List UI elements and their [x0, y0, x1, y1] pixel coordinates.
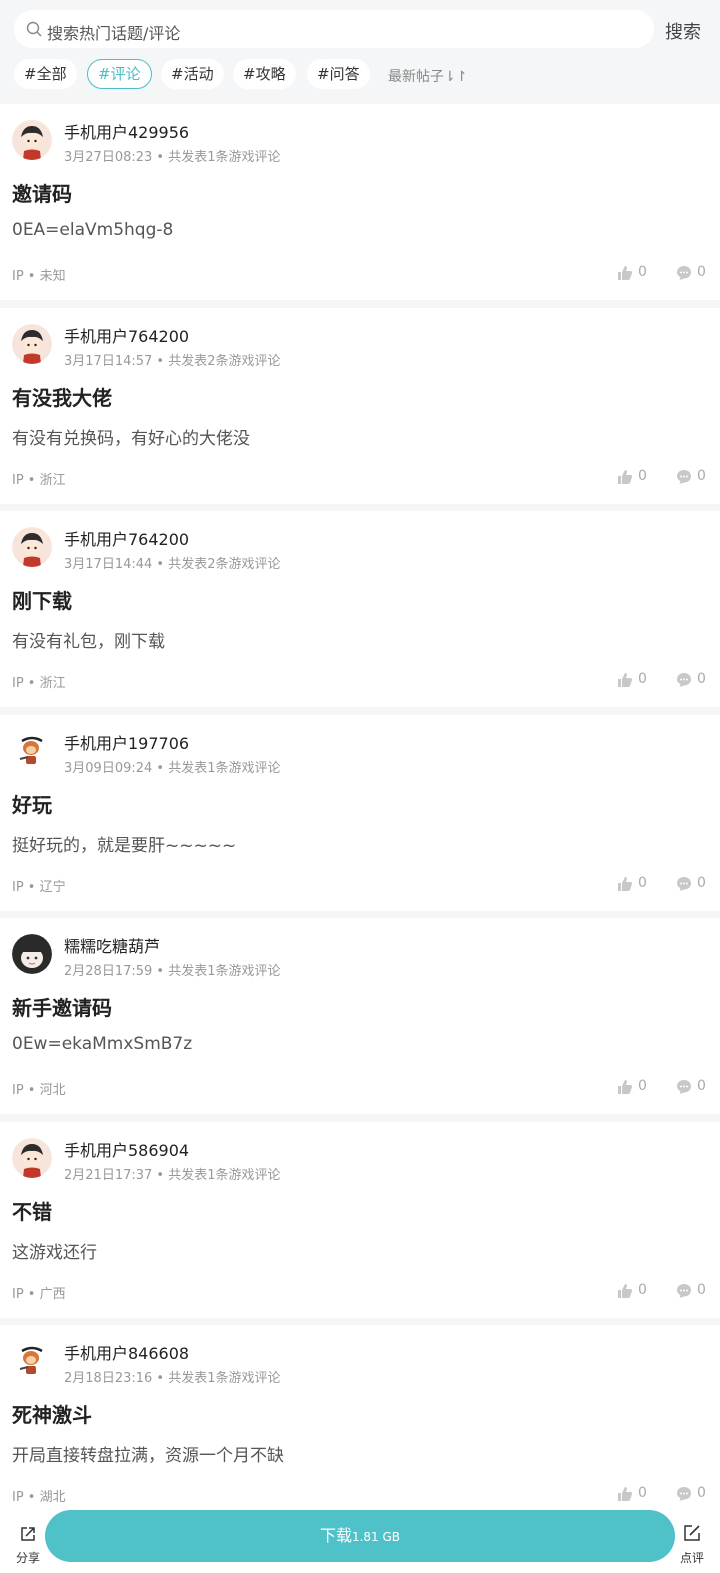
search-icon [26, 21, 42, 37]
post-meta: 3月17日14:57 • 共发表2条游戏评论 [64, 353, 281, 369]
tab-qa[interactable]: #问答 [307, 59, 370, 89]
post-body: 这游戏还行 [12, 1242, 97, 1263]
post-meta: 3月09日09:24 • 共发表1条游戏评论 [64, 760, 281, 776]
search-button[interactable]: 搜索 [665, 18, 701, 44]
post-card[interactable]: 手机用户764200 3月17日14:44 • 共发表2条游戏评论刚下载有没有礼包… [0, 511, 720, 707]
post-card[interactable]: 手机用户764200 3月17日14:57 • 共发表2条游戏评论有没我大佬有没有… [0, 307, 720, 504]
like-count: 0 [638, 1078, 647, 1094]
share-button[interactable]: 分享 [10, 1525, 46, 1566]
tab-guide[interactable]: #攻略 [233, 59, 296, 89]
post-body: 0Ew=ekaMmxSmB7z [12, 1034, 193, 1054]
edit-icon [684, 1525, 700, 1541]
username[interactable]: 手机用户586904 [64, 1137, 189, 1161]
download-button[interactable]: 下载1.81 GB [45, 1510, 675, 1562]
post-card[interactable]: 手机用户429956 3月27日08:23 • 共发表1条游戏评论邀请码 0EA=e… [0, 104, 720, 300]
avatar[interactable] [12, 1137, 52, 1178]
comment-count: 0 [697, 467, 706, 484]
post-meta: 3月17日14:44 • 共发表2条游戏评论 [64, 557, 281, 572]
post-meta: 2月28日17:59 • 共发表1条游戏评论 [64, 964, 281, 979]
post-card[interactable]: 手机用户197706 3月09日09:24 • 共发表1条游戏评论 好玩挺好玩的，就… [0, 714, 720, 911]
search-input[interactable]: 搜索热门话题/评论 [14, 10, 654, 48]
post-body: 开局直接转盘拉满，资源一个月不缺 [12, 1446, 284, 1466]
review-label: 点评 [679, 1551, 704, 1565]
like-count: 0 [638, 264, 647, 280]
like-count: 0 [638, 874, 647, 891]
username[interactable]: 手机用户764200 [64, 323, 189, 347]
ip-location: IP • 未知 [12, 269, 66, 284]
sort-toggle[interactable]: 最新帖子⇂↾ [388, 66, 467, 86]
post-title: 好玩 [12, 792, 52, 817]
ip-location: IP • 湖北 [12, 1490, 66, 1505]
post-title: 不错 [12, 1199, 52, 1224]
tab-activity[interactable]: #活动 [161, 59, 224, 89]
review-button[interactable]: 点评 [674, 1523, 710, 1566]
share-label: 分享 [15, 1551, 40, 1565]
tab-review[interactable]: #评论 [87, 59, 152, 89]
post-body: 0EA=elaVm5hqg-8 [12, 220, 174, 240]
post-card[interactable]: 糯糯吃糖葫芦 2月28日17:59 • 共发表1条游戏评论新手邀请码 0Ew=eka… [0, 918, 720, 1114]
share-icon [21, 1527, 35, 1541]
like-count: 0 [638, 1281, 647, 1298]
post-card[interactable]: 手机用户846608 2月18日23:16 • 共发表1条游戏评论死神激斗开局直接… [0, 1325, 720, 1521]
bottom-bar: 分享 下载1.81 GB 点评 [0, 1505, 720, 1573]
comment-count: 0 [697, 1485, 706, 1501]
username[interactable]: 手机用户429956 [64, 119, 189, 143]
post-body: 挺好玩的，就是要肝~~~~~ [12, 835, 237, 856]
avatar[interactable] [12, 934, 52, 974]
post-body: 有没有礼包，刚下载 [12, 632, 165, 652]
comment-count: 0 [697, 671, 706, 687]
ip-location: IP • 浙江 [12, 472, 66, 488]
comment-count: 0 [697, 874, 706, 891]
comment-count: 0 [697, 264, 706, 280]
like-count: 0 [638, 467, 647, 484]
username[interactable]: 手机用户764200 [64, 526, 189, 550]
ip-location: IP • 浙江 [12, 676, 66, 691]
post-meta: 2月18日23:16 • 共发表1条游戏评论 [64, 1371, 281, 1386]
tab-all[interactable]: #全部 [14, 59, 77, 89]
post-title: 邀请码 [12, 182, 72, 206]
avatar[interactable] [12, 730, 52, 771]
ip-location: IP • 河北 [12, 1083, 66, 1098]
post-body: 有没有兑换码，有好心的大佬没 [12, 428, 250, 449]
post-title: 刚下载 [12, 589, 72, 613]
comment-count: 0 [697, 1281, 706, 1298]
ip-location: IP • 广西 [12, 1286, 66, 1302]
like-count: 0 [638, 671, 647, 687]
avatar[interactable] [12, 323, 52, 364]
avatar[interactable] [12, 1341, 52, 1381]
comment-count: 0 [697, 1078, 706, 1094]
ip-location: IP • 辽宁 [12, 879, 66, 895]
download-label: 下载 [319, 1526, 352, 1545]
like-count: 0 [638, 1485, 647, 1501]
username[interactable]: 糯糯吃糖葫芦 [64, 933, 160, 957]
post-title: 新手邀请码 [12, 996, 112, 1020]
username[interactable]: 手机用户197706 [64, 730, 189, 754]
post-title: 有没我大佬 [12, 385, 112, 410]
post-meta: 3月27日08:23 • 共发表1条游戏评论 [64, 150, 281, 165]
post-card[interactable]: 手机用户586904 2月21日17:37 • 共发表1条游戏评论 不错这游戏还行 I… [0, 1121, 720, 1318]
avatar[interactable] [12, 527, 52, 567]
avatar[interactable] [12, 120, 52, 160]
search-placeholder: 搜索热门话题/评论 [47, 24, 181, 43]
username[interactable]: 手机用户846608 [64, 1340, 189, 1364]
post-meta: 2月21日17:37 • 共发表1条游戏评论 [64, 1167, 281, 1183]
post-title: 死神激斗 [12, 1403, 92, 1427]
download-size: 1.81 GB [351, 1530, 401, 1544]
header: 搜索热门话题/评论 搜索 #全部 #评论 #活动 #攻略 #问答 最新帖子⇂↾ [0, 0, 720, 103]
